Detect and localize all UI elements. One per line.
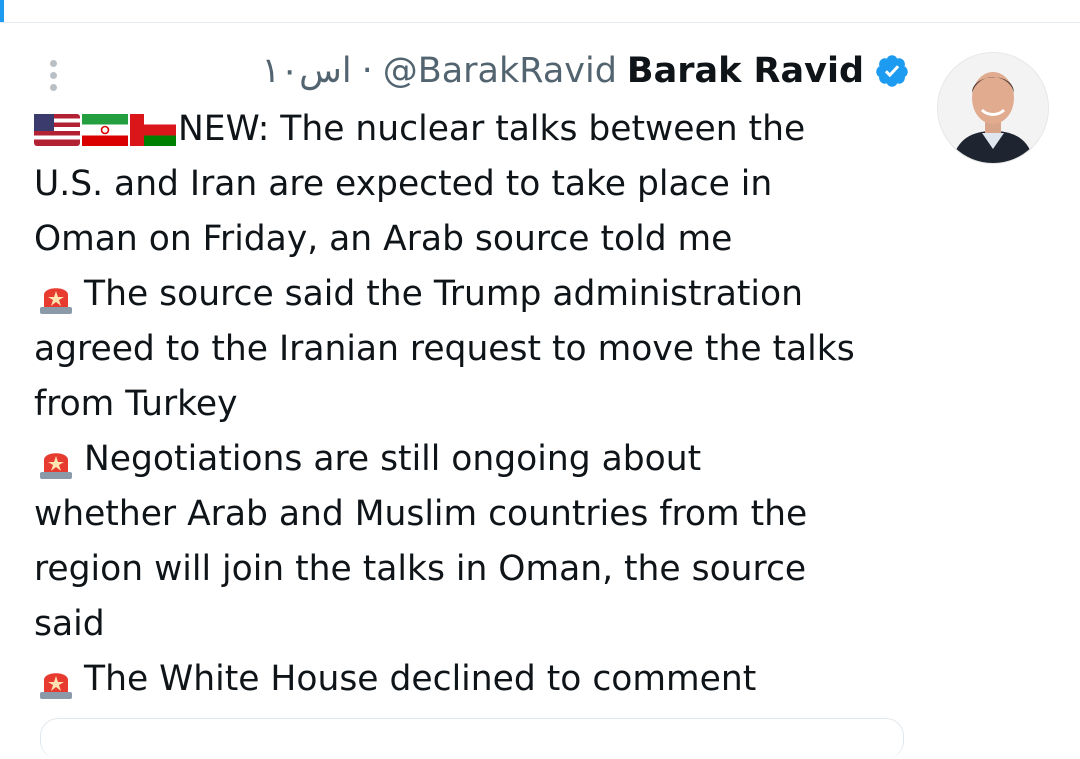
tweet-line: The White House declined to comment [34,652,914,707]
oman-flag-icon [130,113,176,146]
rotating-light-icon [40,287,72,314]
tweet-line: The source said the Trump administration [34,267,914,322]
tweet-text: The White House declined to comment [84,659,757,699]
tweet-line: from Turkey [34,377,914,432]
tweet-text: U.S. and Iran are expected to take place… [34,164,773,204]
tweet-text: NEW: The nuclear talks between the [178,109,806,149]
tweet-text: region will join the talks in Oman, the … [34,549,807,589]
rotating-light-icon [40,452,72,479]
tweet-text: The source said the Trump administration [84,274,803,314]
tweet-header: ۱۰اس · @BarakRavid Barak Ravid [262,46,911,96]
tweet-line: said [34,597,914,652]
tweet-line: agreed to the Iranian request to move th… [34,322,914,377]
author-name[interactable]: Barak Ravid [627,51,864,91]
iran-flag-icon [82,113,128,146]
header-separator: · [361,51,373,91]
us-flag-icon [34,113,80,146]
tweet-line: NEW: The nuclear talks between the [34,102,914,157]
tweet-text: Oman on Friday, an Arab source told me [34,219,733,259]
embedded-card-top[interactable] [40,718,904,759]
tweet-line: region will join the talks in Oman, the … [34,542,914,597]
tweet-line: U.S. and Iran are expected to take place… [34,157,914,212]
rotating-light-icon [40,672,72,699]
top-accent-bar [0,0,4,22]
tweet-line: Oman on Friday, an Arab source told me [34,212,914,267]
author-avatar[interactable] [937,52,1049,164]
tweet-text: agreed to the Iranian request to move th… [34,329,855,369]
tweet-time[interactable]: ۱۰اس [262,51,352,91]
tweet-text: whether Arab and Muslim countries from t… [34,494,808,534]
tweet-text: said [34,604,105,644]
verified-badge-icon [876,55,908,87]
tweet-line: whether Arab and Muslim countries from t… [34,487,914,542]
author-handle[interactable]: @BarakRavid [383,51,617,91]
tweet-body: NEW: The nuclear talks between the U.S. … [34,102,914,707]
tweet-line: Negotiations are still ongoing about [34,432,914,487]
tweet-text: from Turkey [34,384,238,424]
top-divider [0,0,1080,23]
more-vertical-icon[interactable] [44,58,64,94]
tweet-text: Negotiations are still ongoing about [84,439,702,479]
